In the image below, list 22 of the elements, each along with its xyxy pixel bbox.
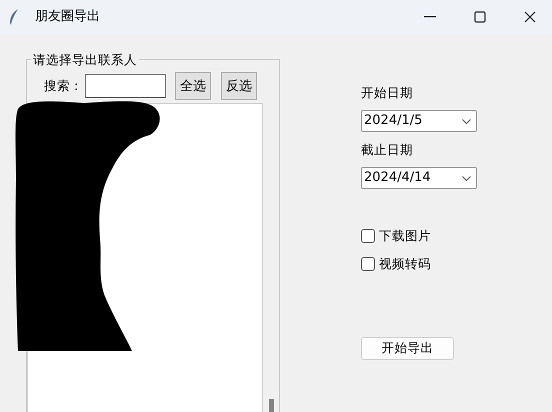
select-button[interactable]: 反选	[221, 72, 257, 100]
checkbox-label: 视频转码	[379, 254, 431, 273]
checkbox-label: 下载图片	[379, 226, 431, 245]
minimize-icon[interactable]	[424, 16, 436, 18]
checkbox[interactable]	[361, 229, 375, 243]
search-field[interactable]	[85, 74, 166, 98]
date-label: 截止日期	[361, 142, 414, 158]
maximize-icon[interactable]	[474, 11, 486, 23]
select-button[interactable]: 全选	[175, 72, 211, 100]
window-title: 朋友圈导出	[35, 8, 100, 26]
search-label: 搜索：	[44, 76, 83, 95]
date-label: 开始日期	[361, 85, 414, 101]
close-icon[interactable]	[524, 11, 536, 23]
chevron-down-icon	[462, 118, 471, 124]
date-dropdown[interactable]: 2024/4/14	[361, 167, 477, 189]
checkbox[interactable]	[361, 257, 375, 271]
feather-icon	[9, 9, 19, 25]
group-title: 请选择导出联系人	[31, 52, 139, 67]
chevron-down-icon	[462, 176, 471, 180]
scrollbar-thumb[interactable]	[269, 399, 274, 412]
date-dropdown[interactable]: 2024/1/5	[361, 110, 477, 132]
export-button[interactable]: 开始导出	[361, 337, 454, 360]
